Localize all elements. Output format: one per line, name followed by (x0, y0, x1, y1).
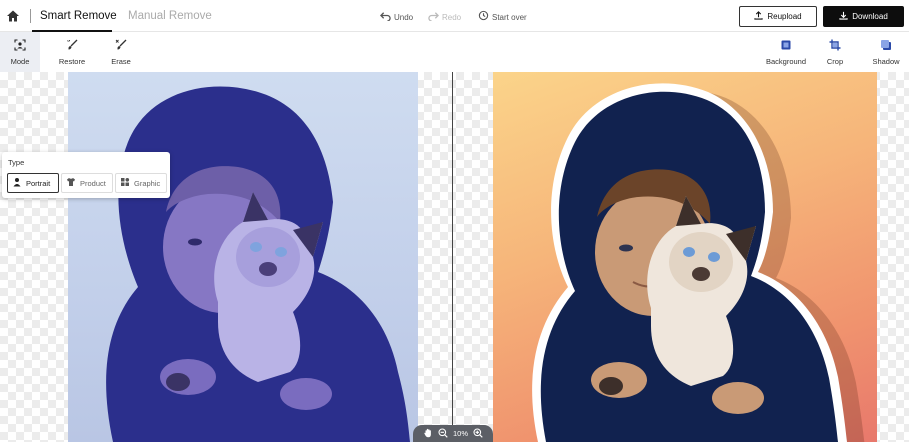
erase-label: Erase (111, 56, 131, 66)
undo-button[interactable]: Undo (380, 10, 413, 25)
original-photo[interactable] (68, 72, 418, 442)
type-option-label: Graphic (134, 178, 161, 188)
redo-icon (428, 10, 439, 25)
zoom-control: 10% (413, 425, 493, 442)
result-photo[interactable] (493, 72, 877, 442)
type-option-label: Portrait (26, 178, 51, 188)
type-option-label: Product (80, 178, 106, 188)
editor-canvas[interactable]: Type Portrait Product Graphic (0, 72, 909, 442)
person-icon (12, 177, 22, 189)
tab-manual-remove[interactable]: Manual Remove (128, 9, 212, 23)
reupload-label: Reupload (767, 12, 802, 21)
start-over-label: Start over (492, 12, 527, 22)
zoom-out-icon[interactable] (438, 427, 448, 440)
download-button[interactable]: Download (823, 6, 904, 27)
upload-icon (754, 11, 764, 22)
tab-smart-remove[interactable]: Smart Remove (40, 9, 117, 23)
background-icon (780, 39, 792, 53)
type-panel: Type Portrait Product Graphic (2, 152, 170, 198)
shirt-icon (66, 177, 76, 189)
shadow-icon (880, 39, 892, 53)
type-option-portrait[interactable]: Portrait (7, 173, 59, 193)
hand-icon[interactable] (423, 428, 433, 440)
history-icon (478, 10, 489, 25)
eraser-icon (115, 39, 127, 53)
type-panel-title: Type (8, 158, 25, 167)
crop-tool[interactable]: Crop (820, 32, 850, 72)
type-option-graphic[interactable]: Graphic (115, 173, 167, 193)
type-option-product[interactable]: Product (61, 173, 113, 193)
brush-icon (66, 39, 78, 53)
shadow-label: Shadow (872, 56, 900, 66)
shadow-tool[interactable]: Shadow (866, 32, 906, 72)
download-icon (839, 11, 848, 22)
header-divider (30, 9, 31, 23)
start-over-button[interactable]: Start over (478, 10, 527, 25)
mode-label: Mode (10, 56, 30, 66)
mode-tool[interactable]: Mode (0, 32, 40, 72)
scan-person-icon (14, 38, 26, 53)
undo-icon (380, 10, 391, 25)
home-icon[interactable] (6, 9, 20, 23)
restore-tool[interactable]: Restore (53, 32, 91, 72)
crop-icon (829, 39, 841, 53)
compare-splitter[interactable] (452, 72, 453, 442)
reupload-button[interactable]: Reupload (739, 6, 817, 27)
zoom-level: 10% (452, 429, 468, 438)
background-tool[interactable]: Background (762, 32, 810, 72)
restore-label: Restore (58, 56, 86, 66)
redo-button[interactable]: Redo (428, 10, 461, 25)
zoom-in-icon[interactable] (473, 427, 483, 440)
redo-label: Redo (442, 12, 462, 22)
top-bar: Smart Remove Manual Remove Undo Redo Sta… (0, 0, 909, 32)
background-label: Background (765, 56, 807, 66)
graphic-icon (120, 177, 130, 189)
erase-tool[interactable]: Erase (103, 32, 139, 72)
crop-label: Crop (826, 56, 844, 66)
undo-label: Undo (394, 12, 414, 22)
download-label: Download (852, 12, 888, 21)
tool-bar: Mode Restore Erase Background Crop Shado… (0, 32, 909, 72)
